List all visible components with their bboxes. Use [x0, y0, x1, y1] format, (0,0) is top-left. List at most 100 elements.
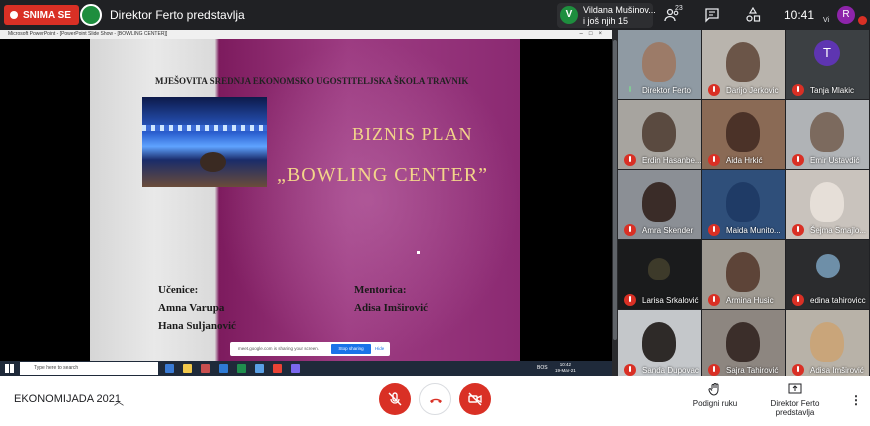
mic-off-icon — [792, 364, 804, 376]
raise-hand-button[interactable]: Podigni ruku — [690, 382, 740, 408]
participant-video — [810, 182, 844, 222]
folder-icon[interactable] — [183, 364, 192, 373]
participant-name: Šejma Smajlo... — [810, 226, 867, 235]
slide-title: „BOWLING CENTER” — [277, 164, 488, 186]
mic-off-icon — [708, 154, 720, 166]
participant-tile[interactable]: Larisa Srkalović — [618, 240, 701, 309]
participant-video — [810, 112, 844, 152]
hang-up-icon — [430, 398, 442, 403]
user-avatar[interactable]: R — [837, 6, 855, 24]
notification-line2: i još njih 15 — [583, 16, 629, 26]
chevron-up-icon[interactable]: ︿ — [114, 393, 124, 408]
participant-video — [816, 254, 840, 278]
ppt-window-title: Microsoft PowerPoint - [PowerPoint Slide… — [8, 31, 168, 37]
slide-school-name: MJEŠOVITA SREDNJA EKONOMSKO UGOSTITELJSK… — [155, 76, 469, 86]
mic-off-icon — [624, 294, 636, 306]
mic-off-icon — [708, 84, 720, 96]
recording-label: SNIMA SE — [23, 9, 71, 21]
participant-tile[interactable]: Adisa Imširović — [786, 310, 869, 379]
participant-tile[interactable]: T Tanja Mlakic — [786, 30, 869, 99]
participant-tile[interactable]: edina tahirovicc — [786, 240, 869, 309]
participant-tile[interactable]: Armina Husic — [702, 240, 785, 309]
participant-tile[interactable]: Erdin Hasanbe... — [618, 100, 701, 169]
participant-name: Amra Skender — [642, 226, 694, 235]
bowling-lights — [142, 125, 267, 131]
students-label: Učenice: — [158, 284, 199, 296]
participant-name: Adisa Imširović — [810, 366, 864, 375]
hide-button[interactable]: Hide — [375, 346, 384, 351]
mic-off-icon — [388, 392, 402, 406]
window-controls: –□× — [579, 31, 608, 37]
participant-tile[interactable]: Amra Skender — [618, 170, 701, 239]
clock: 10:41 — [784, 8, 815, 22]
presenting-button[interactable]: Direktor Ferto predstavlja — [765, 382, 825, 417]
presenting-label-line2: predstavlja — [775, 408, 815, 417]
participant-name: Sajra Tahirović — [726, 366, 779, 375]
participant-tile[interactable]: Emir Ustavdić — [786, 100, 869, 169]
camera-toggle-button[interactable] — [459, 383, 491, 415]
mic-toggle-button[interactable] — [379, 383, 411, 415]
chrome-icon[interactable] — [273, 364, 282, 373]
participant-avatar: T — [814, 40, 840, 66]
activities-icon[interactable] — [745, 7, 761, 23]
powerpoint-icon[interactable] — [201, 364, 210, 373]
bottom-bar: EKONOMIJADA 2021 ︿ Podigni ruku Direktor… — [0, 376, 870, 426]
participant-video — [642, 42, 676, 82]
participant-name: Darijo Jerkovic — [726, 86, 779, 95]
taskbar-date: 19-Mar-21 — [555, 368, 576, 373]
participant-tile[interactable]: Sajra Tahirović — [702, 310, 785, 379]
word-icon[interactable] — [219, 364, 228, 373]
taskbar-language[interactable]: BOS — [537, 365, 548, 371]
ppt-window-titlebar: Microsoft PowerPoint - [PowerPoint Slide… — [0, 30, 614, 39]
mic-off-icon — [624, 224, 636, 236]
raise-hand-label: Podigni ruku — [692, 399, 738, 408]
windows-taskbar: Type here to search BOS 10:42 19-Mar-21 — [0, 361, 614, 376]
excel-icon[interactable] — [237, 364, 246, 373]
chat-icon[interactable] — [704, 7, 720, 23]
stop-sharing-button[interactable]: Stop sharing — [331, 344, 371, 354]
participant-name: Larisa Srkalović — [642, 296, 699, 305]
student-1: Amna Varupa — [158, 302, 225, 314]
mic-off-icon — [792, 294, 804, 306]
windows-start-icon[interactable] — [5, 364, 14, 373]
slide-heading: BIZNIS PLAN — [352, 124, 473, 144]
leave-call-button[interactable] — [419, 383, 451, 415]
presenting-label-line1: Direktor Ferto — [770, 399, 820, 408]
participant-name: Direktor Ferto — [642, 86, 691, 95]
participant-video — [648, 258, 670, 280]
you-label: Vi — [823, 17, 830, 24]
mic-off-icon — [708, 364, 720, 376]
participant-name: Sanda Dupovac — [642, 366, 699, 375]
taskbar-clock[interactable]: 10:42 19-Mar-21 — [555, 362, 576, 374]
participant-tile[interactable]: Darijo Jerkovic — [702, 30, 785, 99]
scrollbar-thumb[interactable] — [613, 40, 617, 340]
taskbar-search[interactable]: Type here to search — [20, 362, 158, 375]
participant-video — [726, 182, 760, 222]
edge-icon[interactable] — [165, 364, 174, 373]
record-dot-icon — [10, 11, 18, 19]
mic-off-icon — [624, 154, 636, 166]
participant-name: Aida Hrkić — [726, 156, 763, 165]
mentor-name: Adisa Imširović — [354, 302, 429, 314]
more-options-icon[interactable]: ⋮ — [850, 393, 862, 407]
participant-name: Erdin Hasanbe... — [642, 156, 701, 165]
recording-indicator[interactable]: SNIMA SE — [4, 5, 79, 25]
participant-name: Maida Munito... — [726, 226, 781, 235]
sharing-notice: meet.google.com is sharing your screen. … — [230, 342, 390, 356]
meeting-name[interactable]: EKONOMIJADA 2021 — [14, 393, 121, 405]
participant-tile[interactable]: Aida Hrkić — [702, 100, 785, 169]
student-2: Hana Suljanović — [158, 320, 236, 332]
join-notification[interactable]: V Vildana Mušinov... i još njih 15 — [557, 3, 656, 28]
mail-icon[interactable] — [255, 364, 264, 373]
participant-tile[interactable]: Direktor Ferto — [618, 30, 701, 99]
meet-window: SNIMA SE Direktor Ferto predstavlja V Vi… — [0, 0, 870, 426]
app-icon[interactable] — [291, 364, 300, 373]
participant-name: Emir Ustavdić — [810, 156, 860, 165]
hand-icon — [708, 383, 719, 396]
participant-video — [726, 252, 760, 292]
mentor-label: Mentorica: — [354, 284, 407, 296]
participant-tile[interactable]: Sanda Dupovac — [618, 310, 701, 379]
participant-tile[interactable]: Šejma Smajlo... — [786, 170, 869, 239]
participant-video — [642, 112, 676, 152]
participant-tile[interactable]: Maida Munito... — [702, 170, 785, 239]
